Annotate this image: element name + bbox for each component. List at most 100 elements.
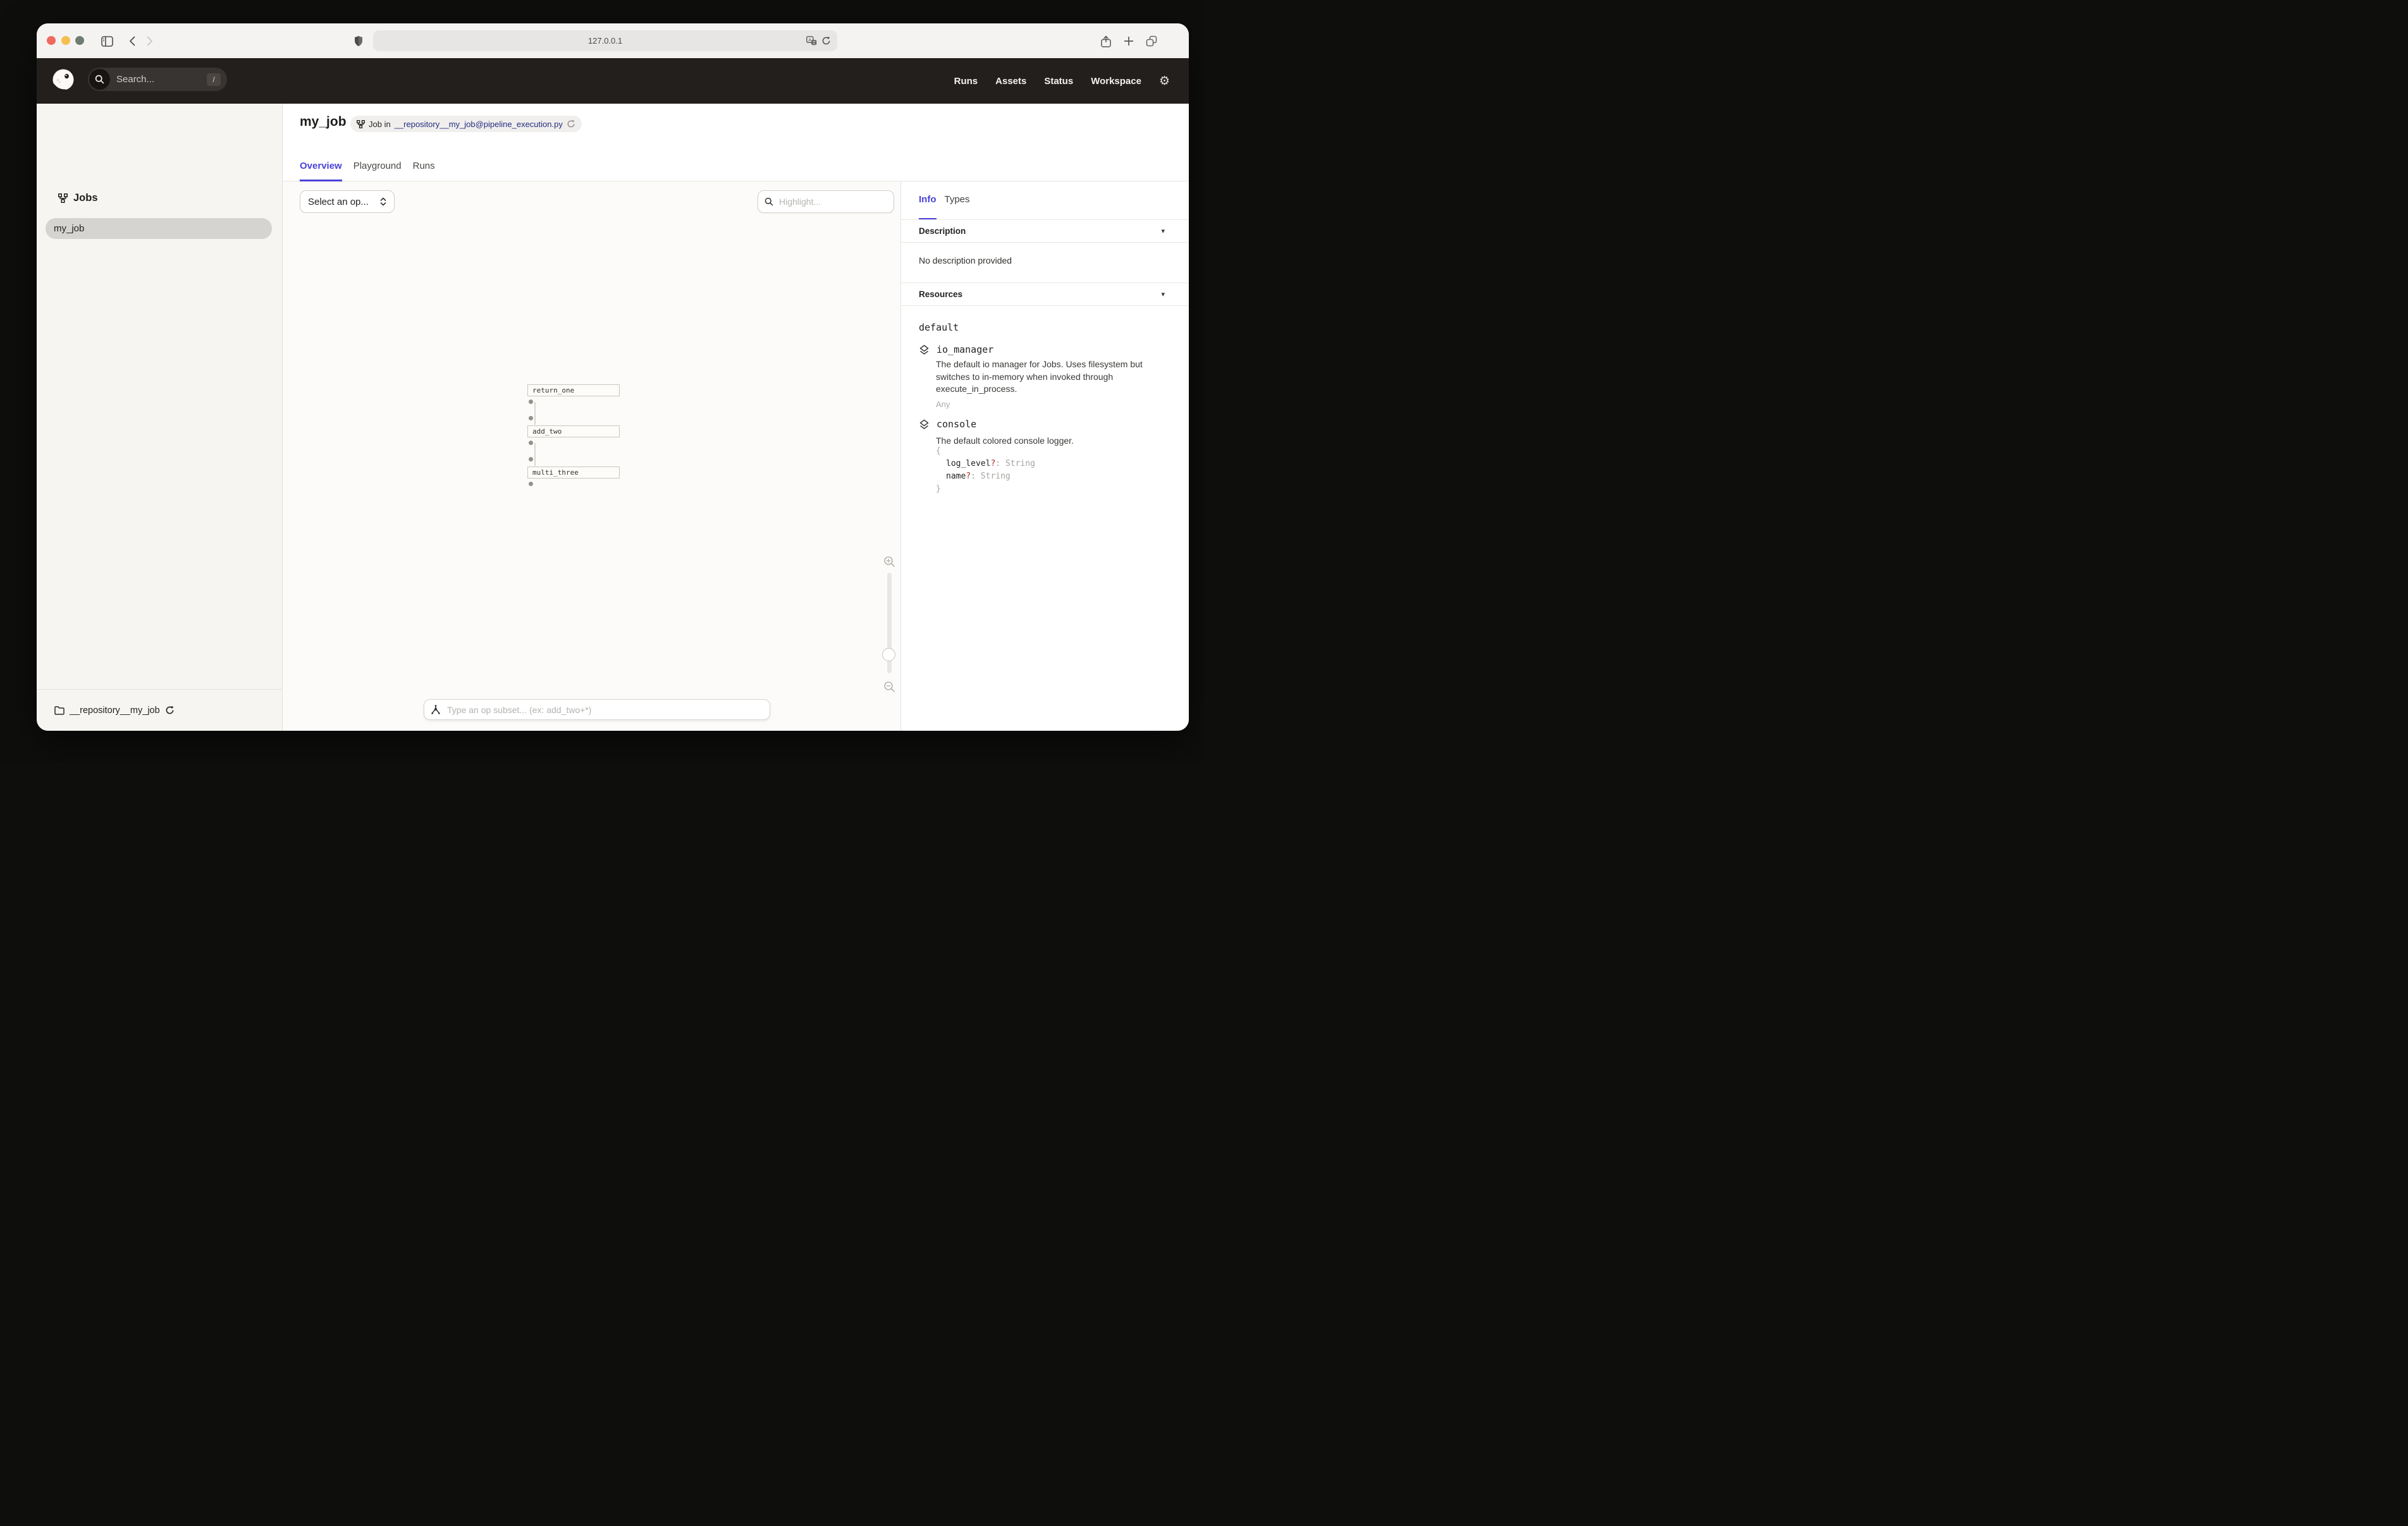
repository-name: __repository__my_job <box>70 705 160 716</box>
global-search[interactable]: / <box>88 68 227 91</box>
search-shortcut-badge: / <box>207 73 221 86</box>
description-empty-text: No description provided <box>919 255 1012 266</box>
share-icon[interactable] <box>1099 34 1113 48</box>
chevron-up-down-icon <box>380 197 386 206</box>
op-output-port <box>529 400 533 404</box>
shield-icon[interactable] <box>352 34 366 48</box>
nav-item-assets[interactable]: Assets <box>995 76 1026 87</box>
jobs-sidebar: Jobs my_job __repository__my_job <box>37 104 283 731</box>
description-section-header[interactable]: Description ▾ <box>901 220 1189 243</box>
tab-overview[interactable]: Overview <box>300 161 342 181</box>
resources-section-header[interactable]: Resources ▾ <box>901 283 1189 306</box>
url-text: 127.0.0.1 <box>588 36 622 46</box>
badge-prefix: Job in <box>369 119 391 129</box>
settings-gear-icon[interactable]: ⚙ <box>1159 75 1170 87</box>
tab-overview-icon[interactable] <box>1145 34 1158 48</box>
config-key: name <box>946 472 966 481</box>
zoom-slider-handle[interactable] <box>882 648 895 661</box>
browser-window: 127.0.0.1 A文 <box>37 23 1189 731</box>
traffic-light-close[interactable] <box>47 36 56 45</box>
config-type: String <box>1005 459 1035 468</box>
resource-name: io_manager <box>937 344 993 355</box>
badge-reload-icon[interactable] <box>567 119 575 128</box>
op-output-port <box>529 482 533 486</box>
config-type: String <box>981 472 1010 481</box>
new-tab-icon[interactable] <box>1122 34 1136 48</box>
config-close-brace: } <box>936 483 1035 496</box>
nav-item-runs[interactable]: Runs <box>954 76 978 87</box>
highlight-input[interactable] <box>778 196 887 207</box>
config-key: log_level <box>946 459 990 468</box>
zoom-in-icon[interactable] <box>883 556 895 568</box>
url-bar[interactable]: 127.0.0.1 A文 <box>373 30 837 51</box>
sidebar-footer: __repository__my_job <box>37 689 282 731</box>
sidebar-item-my-job[interactable]: my_job <box>46 218 272 239</box>
nav-item-status[interactable]: Status <box>1044 76 1073 87</box>
op-output-port <box>529 441 533 445</box>
repository-reload-icon[interactable] <box>165 705 175 715</box>
resource-console: console <box>919 418 976 430</box>
resource-name: console <box>937 418 976 430</box>
resource-type: Any <box>936 400 950 409</box>
app-navbar: / Runs Assets Status Workspace ⚙ <box>37 58 1189 104</box>
panel-tab-types[interactable]: Types <box>945 181 970 220</box>
op-graph-icon <box>431 705 441 715</box>
reload-icon[interactable] <box>821 36 831 46</box>
page-title: my_job <box>300 114 347 130</box>
job-item-label: my_job <box>54 223 84 234</box>
back-button-icon[interactable] <box>125 34 139 48</box>
translate-icon[interactable]: A文 <box>806 36 817 46</box>
sidebar-toggle-icon[interactable] <box>100 34 114 48</box>
workflow-icon <box>58 193 68 203</box>
zoom-control <box>880 556 898 568</box>
section-title: Description <box>919 226 1161 236</box>
dag-edge <box>534 443 536 466</box>
traffic-light-minimize[interactable] <box>61 36 70 45</box>
tab-playground[interactable]: Playground <box>353 161 402 181</box>
search-input[interactable] <box>110 74 207 85</box>
screenshot-stage: 127.0.0.1 A文 <box>0 0 1204 763</box>
op-subset-input[interactable] <box>446 704 763 716</box>
op-selector-dropdown[interactable]: Select an op... <box>300 190 395 213</box>
op-graph-canvas[interactable]: Select an op... return_one add_two multi… <box>283 181 900 731</box>
op-node-multi-three[interactable]: multi_three <box>527 467 620 479</box>
resource-config-schema: { log_level?: String name?: String } <box>936 445 1035 496</box>
browser-toolbar: 127.0.0.1 A文 <box>37 23 1189 58</box>
config-line: name?: String <box>936 470 1035 483</box>
tab-runs[interactable]: Runs <box>413 161 435 181</box>
traffic-light-zoom[interactable] <box>75 36 84 45</box>
config-open-brace: { <box>936 445 1035 458</box>
chevron-down-icon[interactable]: ▾ <box>1161 227 1165 235</box>
navbar-links: Runs Assets Status Workspace ⚙ <box>954 58 1170 104</box>
op-selector-label: Select an op... <box>308 197 369 207</box>
search-icon <box>89 69 110 90</box>
highlight-search[interactable] <box>758 190 894 213</box>
sidebar-header: Jobs <box>58 192 98 204</box>
layers-icon <box>919 419 930 430</box>
folder-icon <box>54 706 64 715</box>
op-node-return-one[interactable]: return_one <box>527 384 620 396</box>
panel-tabs: Info Types <box>919 181 970 220</box>
op-subset-bar[interactable] <box>424 699 770 720</box>
repository-file-link[interactable]: __repository__my_job@pipeline_execution.… <box>395 119 563 129</box>
layers-icon <box>919 345 930 355</box>
resource-group-name: default <box>919 322 959 333</box>
op-input-port <box>529 416 533 420</box>
info-panel: Info Types Description ▾ No description … <box>900 181 1189 731</box>
resource-io-manager: io_manager <box>919 344 993 355</box>
workflow-icon <box>357 120 365 128</box>
chevron-down-icon[interactable]: ▾ <box>1161 290 1165 298</box>
dagster-logo[interactable] <box>50 68 77 94</box>
nav-item-workspace[interactable]: Workspace <box>1091 76 1141 87</box>
svg-text:文: 文 <box>812 40 816 46</box>
op-node-add-two[interactable]: add_two <box>527 425 620 437</box>
job-origin-badge: Job in __repository__my_job@pipeline_exe… <box>350 116 582 132</box>
svg-text:A: A <box>808 37 811 42</box>
zoom-out-icon[interactable] <box>883 681 895 693</box>
dag-edge <box>534 402 536 425</box>
section-title: Resources <box>919 290 1161 299</box>
job-header: my_job Job in __repository__my_job@pipel… <box>283 104 1189 181</box>
panel-tab-info[interactable]: Info <box>919 181 937 220</box>
forward-button-icon[interactable] <box>143 34 157 48</box>
op-input-port <box>529 457 533 461</box>
